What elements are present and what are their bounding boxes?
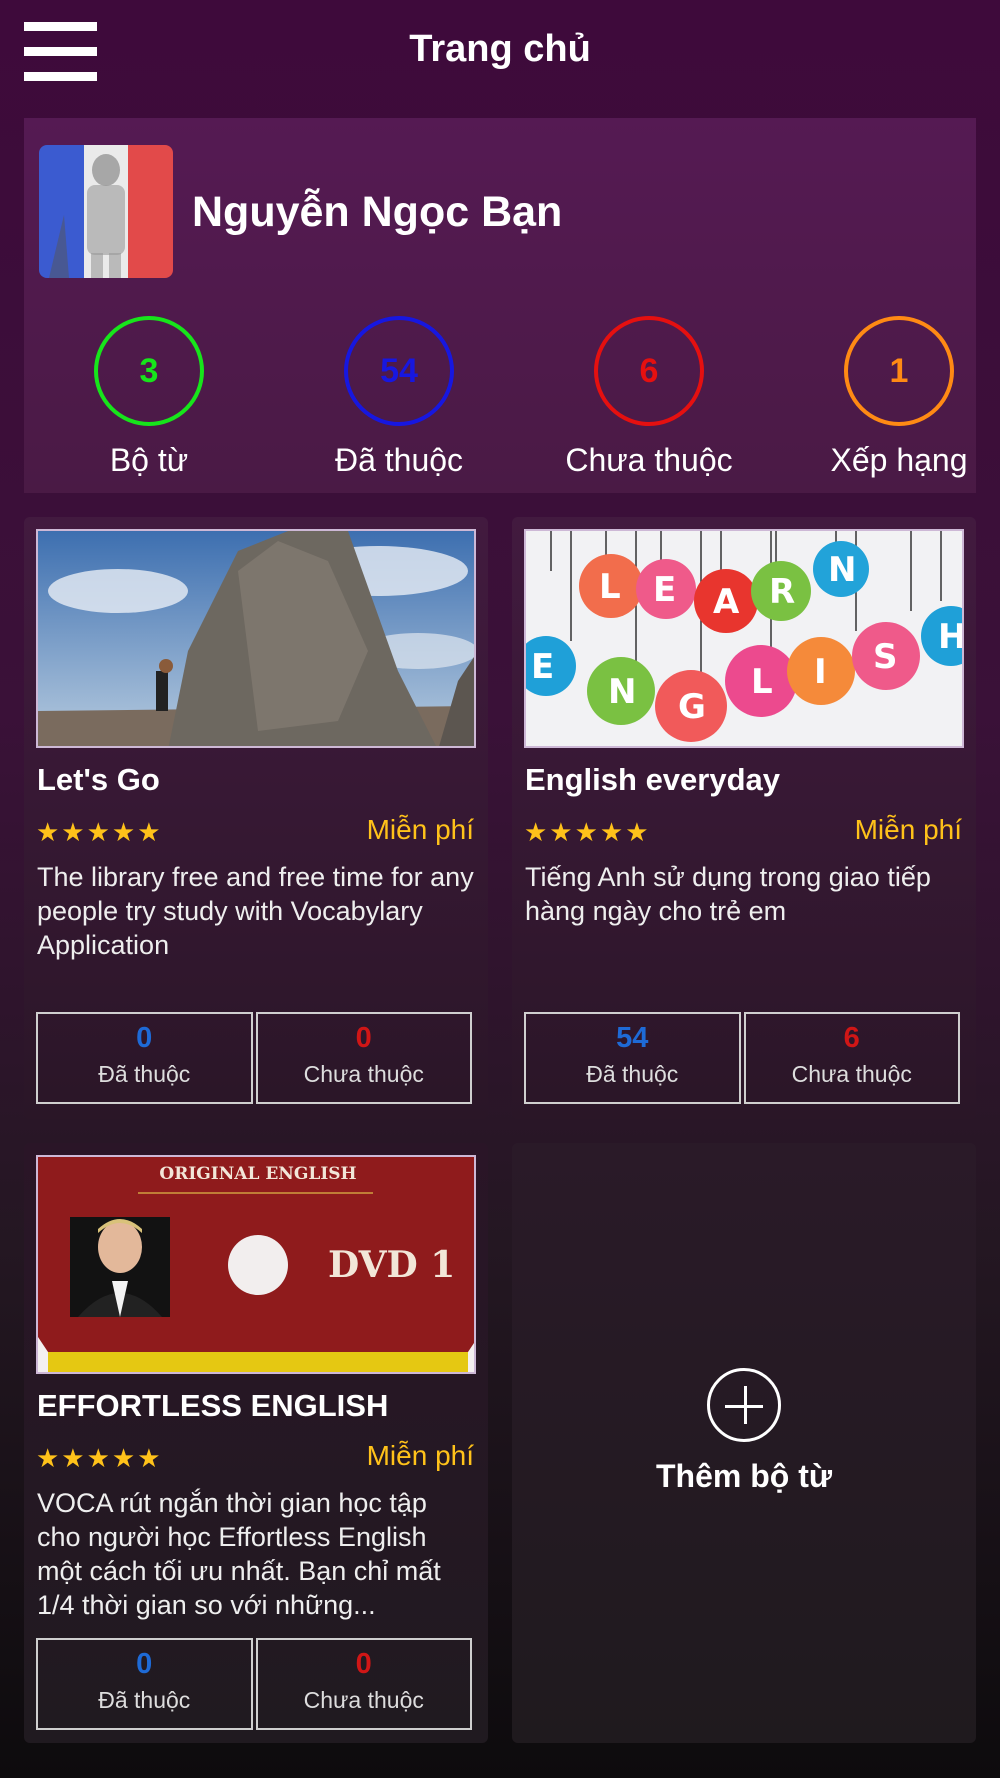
rating-stars-icon: ★★★★★ [524, 817, 651, 847]
stat-ranking[interactable]: 1 Xếp hạng [809, 316, 989, 479]
dvd-top-text: ORIGINAL ENGLISH [159, 1164, 356, 1184]
learned-value: 0 [136, 1022, 153, 1054]
price-label: Miễn phí [854, 814, 962, 845]
add-circle-icon [707, 1368, 781, 1442]
learned-value: 0 [136, 1648, 153, 1680]
learned-label: Đã thuộc [98, 1687, 191, 1713]
bubble-letter: N [828, 550, 856, 590]
unlearned-count: 0 Chưa thuộc [255, 1638, 472, 1730]
profile-name: Nguyễn Ngọc Bạn [192, 188, 563, 236]
rating-stars-icon: ★★★★★ [36, 1443, 163, 1473]
card-description: VOCA rút ngắn thời gian học tập cho ngườ… [37, 1488, 441, 1620]
progress-counts: 0 Đã thuộc 0 Chưa thuộc [36, 1012, 472, 1104]
bubble-letter: L [751, 662, 773, 702]
rating-stars-icon: ★★★★★ [36, 817, 163, 847]
word-set-card[interactable]: ORIGINAL ENGLISH DVD 1 EFFORTLESS ENGLIS… [24, 1143, 488, 1743]
stat-learned[interactable]: 54 Đã thuộc [309, 316, 489, 479]
stat-word-sets[interactable]: 3 Bộ từ [59, 316, 239, 479]
dvd-number-text: DVD 1 [328, 1244, 455, 1286]
progress-counts: 0 Đã thuộc 0 Chưa thuộc [36, 1638, 472, 1730]
dvd-cover-image: ORIGINAL ENGLISH DVD 1 [36, 1155, 476, 1374]
price-label: Miễn phí [366, 814, 474, 845]
learn-english-bubbles-image: L E A R N E N G L I S H [524, 529, 964, 748]
add-word-set-label: Thêm bộ từ [655, 1458, 833, 1494]
stat-unlearned[interactable]: 6 Chưa thuộc [559, 316, 739, 479]
price-label: Miễn phí [366, 1440, 474, 1471]
card-description: The library free and free time for any p… [37, 862, 474, 960]
bubble-letter: E [531, 647, 554, 687]
rock-climber-image [36, 529, 476, 748]
unlearned-count: 0 Chưa thuộc [255, 1012, 472, 1104]
progress-counts: 54 Đã thuộc 6 Chưa thuộc [524, 1012, 960, 1104]
unlearned-label: Chưa thuộc [303, 1687, 424, 1713]
stat-label: Đã thuộc [334, 442, 464, 478]
stat-value: 6 [594, 316, 704, 426]
learned-value: 54 [616, 1022, 649, 1054]
stat-label: Chưa thuộc [565, 442, 733, 478]
stat-value: 54 [344, 316, 454, 426]
page-title: Trang chủ [409, 28, 591, 70]
bubble-letter: S [873, 637, 898, 677]
bubble-letter: A [713, 582, 740, 622]
avatar[interactable] [39, 145, 173, 278]
unlearned-value: 0 [355, 1648, 372, 1680]
unlearned-value: 6 [843, 1022, 860, 1054]
stat-label: Xếp hạng [830, 442, 968, 478]
learned-count: 54 Đã thuộc [524, 1012, 741, 1104]
learned-label: Đã thuộc [586, 1061, 679, 1087]
profile-panel: Nguyễn Ngọc Bạn 3 Bộ từ 54 Đã thuộc 6 Ch… [24, 118, 976, 493]
bubble-letter: G [678, 687, 706, 727]
bubble-letter: H [938, 617, 964, 657]
unlearned-value: 0 [355, 1022, 372, 1054]
add-word-set-button[interactable]: Thêm bộ từ [512, 1143, 976, 1743]
bubble-letter: R [769, 572, 795, 612]
card-title: EFFORTLESS ENGLISH [37, 1388, 389, 1423]
bubble-letter: E [653, 570, 676, 610]
unlearned-count: 6 Chưa thuộc [743, 1012, 960, 1104]
learned-label: Đã thuộc [98, 1061, 191, 1087]
stat-label: Bộ từ [109, 442, 189, 478]
learned-count: 0 Đã thuộc [36, 1012, 253, 1104]
bubble-letter: N [608, 672, 636, 712]
card-description: Tiếng Anh sử dụng trong giao tiếp hàng n… [525, 862, 931, 926]
stat-value: 3 [94, 316, 204, 426]
bubble-letter: L [599, 567, 621, 607]
app-header: Trang chủ [0, 0, 1000, 108]
card-title: Let's Go [37, 762, 160, 797]
bubble-letter: I [814, 652, 827, 692]
word-set-card[interactable]: L E A R N E N G L I S H English everyday… [512, 517, 976, 1119]
word-set-card[interactable]: Let's Go ★★★★★ Miễn phí The library free… [24, 517, 488, 1119]
card-title: English everyday [525, 762, 781, 797]
stat-value: 1 [844, 316, 954, 426]
unlearned-label: Chưa thuộc [791, 1061, 912, 1087]
learned-count: 0 Đã thuộc [36, 1638, 253, 1730]
unlearned-label: Chưa thuộc [303, 1061, 424, 1087]
